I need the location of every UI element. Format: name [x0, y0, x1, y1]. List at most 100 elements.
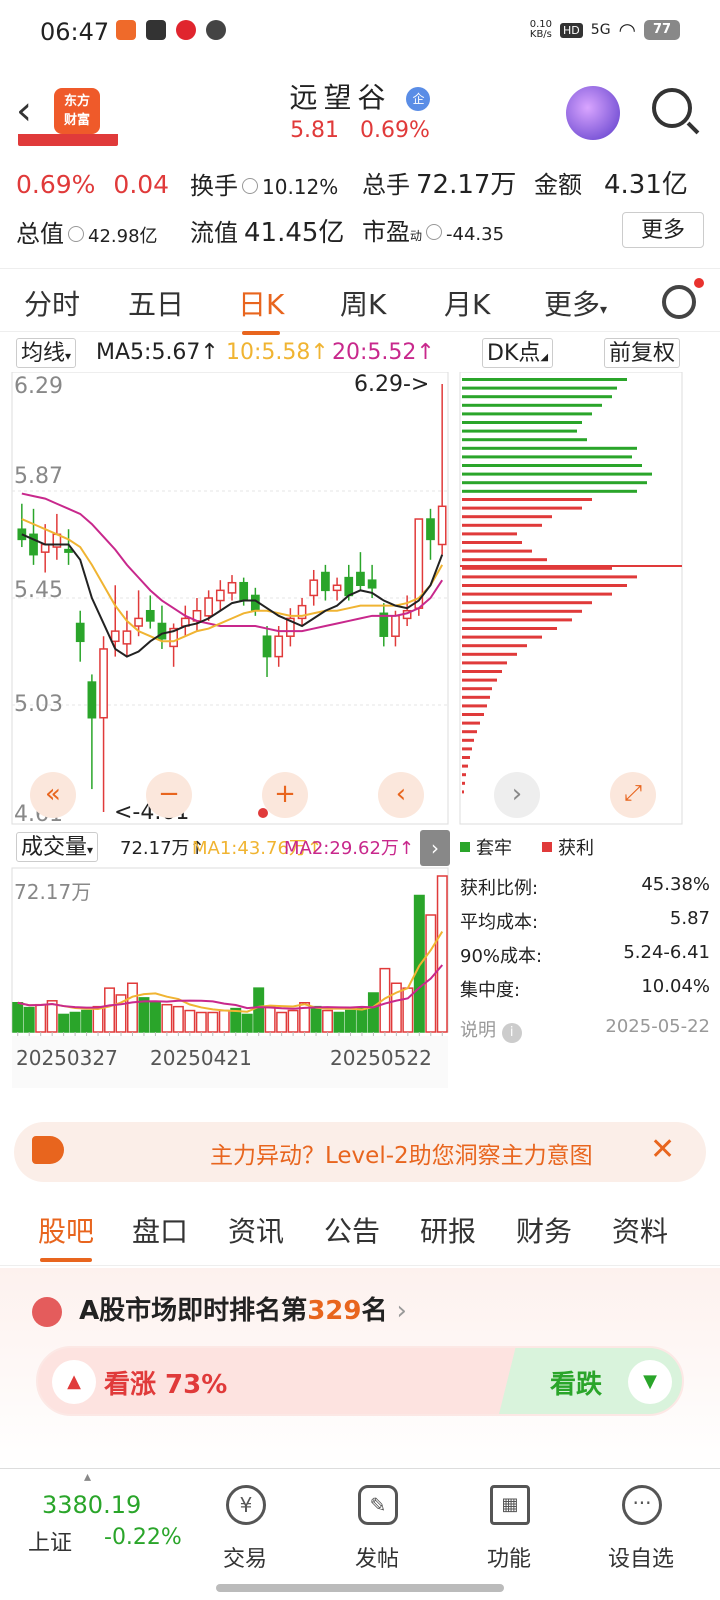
chip-bar-profit [462, 790, 464, 794]
ma-selector[interactable]: 均线▾ [16, 338, 77, 368]
index-value[interactable]: 3380.19 [42, 1491, 141, 1519]
tab-pankou[interactable]: 盘口 [132, 1210, 188, 1250]
candle-body [309, 579, 319, 597]
volume-bar [126, 982, 138, 1033]
tab-intraday[interactable]: 分时 [24, 283, 80, 323]
volume-bar [322, 1009, 334, 1033]
chip-bar-profit [462, 661, 507, 665]
info-hint-icon[interactable] [426, 224, 443, 240]
tab-guba[interactable]: 股吧 [38, 1210, 94, 1262]
chip-bar-profit [462, 635, 542, 639]
chip-bar-profit [462, 670, 502, 673]
megaphone-icon [32, 1136, 64, 1164]
chip-note[interactable]: 说明 i [460, 1016, 522, 1043]
tab-news[interactable]: 资讯 [228, 1210, 284, 1250]
tab-five-day[interactable]: 五日 [128, 283, 184, 323]
legend-profit: 获利 [558, 838, 594, 859]
chip-bar-profit [462, 644, 527, 648]
sentiment-vote-bar: ▲ 看涨 73% 看跌 ▼ [36, 1346, 684, 1416]
banner-text-clip: 主力异动？Level-2助您洞察主力意图 [204, 1122, 640, 1182]
volume-indicator-selector[interactable]: 成交量▾ [16, 832, 99, 862]
functions-grid-icon[interactable]: ▦ [490, 1485, 530, 1525]
volume-bar [356, 1006, 368, 1033]
vote-down-button[interactable]: ▼ [628, 1360, 672, 1404]
info-hint-icon[interactable] [68, 226, 84, 242]
trade-icon[interactable]: ¥ [226, 1485, 266, 1525]
tab-finance[interactable]: 财务 [516, 1210, 572, 1250]
tab-monthly-k[interactable]: 月K [444, 283, 490, 323]
adjust-selector[interactable]: 前复权 [604, 338, 681, 368]
candle-body [344, 576, 354, 597]
chip-stat-row: 90%成本: 5.24-6.41 [460, 942, 710, 968]
tab-daily-k[interactable]: 日K [238, 283, 284, 335]
info-hint-icon[interactable] [242, 178, 258, 194]
tab-research[interactable]: 研报 [420, 1210, 476, 1250]
chip-bar-profit [462, 747, 472, 751]
market-cap-label: 总值 [16, 220, 64, 248]
volume-bar [92, 1005, 104, 1033]
volume-bar [58, 1013, 70, 1033]
compose-post-icon[interactable]: ✎ [358, 1485, 398, 1525]
chip-bar-trapped [462, 421, 582, 424]
chip-bar-profit [462, 738, 474, 742]
candle-body [75, 622, 85, 643]
candle-body [274, 635, 284, 658]
zoom-in-icon[interactable]: + [262, 772, 308, 818]
level2-promo-banner[interactable]: 主力异动？Level-2助您洞察主力意图 ✕ [14, 1122, 706, 1182]
event-marker-dot[interactable] [258, 808, 268, 818]
dropdown-arrow-icon: ▾ [65, 349, 72, 363]
scroll-left-fast-icon[interactable]: « [30, 772, 76, 818]
kline-chart[interactable]: 6.29 5.87 5.45 5.03 4.61 6.29-> <-4.61 «… [0, 372, 720, 1112]
chip-stat-value: 5.87 [669, 908, 710, 929]
chip-bar-profit [462, 515, 552, 519]
tab-announcements[interactable]: 公告 [324, 1210, 380, 1250]
chip-bar-trapped [462, 446, 637, 450]
rank-suffix: 名 [361, 1296, 388, 1326]
chip-bar-profit [462, 592, 612, 596]
bearish-label[interactable]: 看跌 [550, 1364, 602, 1401]
price-tick: 6.29 [14, 374, 63, 399]
scroll-right-icon[interactable]: › [494, 772, 540, 818]
expand-panel-icon[interactable]: › [420, 830, 450, 866]
market-rank-link[interactable]: A股市场即时排名第329名 › [32, 1290, 407, 1327]
nav-post[interactable]: 发帖 [332, 1541, 422, 1573]
add-watchlist-icon[interactable]: ··· [622, 1485, 662, 1525]
volume-bar [161, 1003, 173, 1033]
volume-bar [69, 1011, 81, 1033]
assistant-robot-icon[interactable] [566, 86, 620, 140]
index-name[interactable]: 上证 [28, 1525, 72, 1557]
tab-profile[interactable]: 资料 [612, 1210, 668, 1250]
tab-weekly-k[interactable]: 周K [340, 283, 386, 323]
zoom-out-icon[interactable]: − [146, 772, 192, 818]
bar-chart-icon [32, 1296, 62, 1327]
search-icon[interactable] [652, 88, 692, 128]
chip-bar-profit [462, 549, 532, 553]
scroll-left-icon[interactable]: ‹ [378, 772, 424, 818]
chip-bar-profit [462, 764, 468, 768]
vote-up-button[interactable]: ▲ [52, 1360, 96, 1404]
bullish-label[interactable]: 看涨 73% [104, 1364, 227, 1401]
chip-bar-trapped [462, 378, 627, 381]
chip-bar-profit [462, 781, 465, 785]
more-button[interactable]: 更多 [622, 212, 704, 248]
nav-trade[interactable]: 交易 [200, 1541, 290, 1573]
chip-stat-row: 获利比例: 45.38% [460, 874, 710, 900]
chip-bar-profit [462, 678, 497, 682]
tab-more[interactable]: 更多▾ [544, 283, 607, 323]
nav-functions[interactable]: 功能 [464, 1541, 554, 1573]
chip-stat-value: 45.38% [641, 874, 710, 895]
hd-icon: HD [560, 22, 583, 38]
chip-bar-trapped [462, 472, 652, 476]
volume-bar [413, 894, 425, 1033]
chip-stat-label: 平均成本: [460, 912, 539, 933]
volume-bar [149, 1002, 161, 1033]
chip-bar-trapped [462, 489, 637, 493]
chip-bar-profit [462, 704, 487, 708]
dk-point-selector[interactable]: DK点◢ [482, 338, 554, 368]
volume-bar [276, 1011, 288, 1033]
chip-bar-profit [462, 713, 484, 716]
close-icon[interactable]: ✕ [650, 1132, 675, 1167]
nav-add-watchlist[interactable]: 设自选 [596, 1541, 686, 1573]
settings-gear-icon[interactable] [662, 285, 696, 319]
fullscreen-icon[interactable]: ⤢ [610, 772, 656, 818]
